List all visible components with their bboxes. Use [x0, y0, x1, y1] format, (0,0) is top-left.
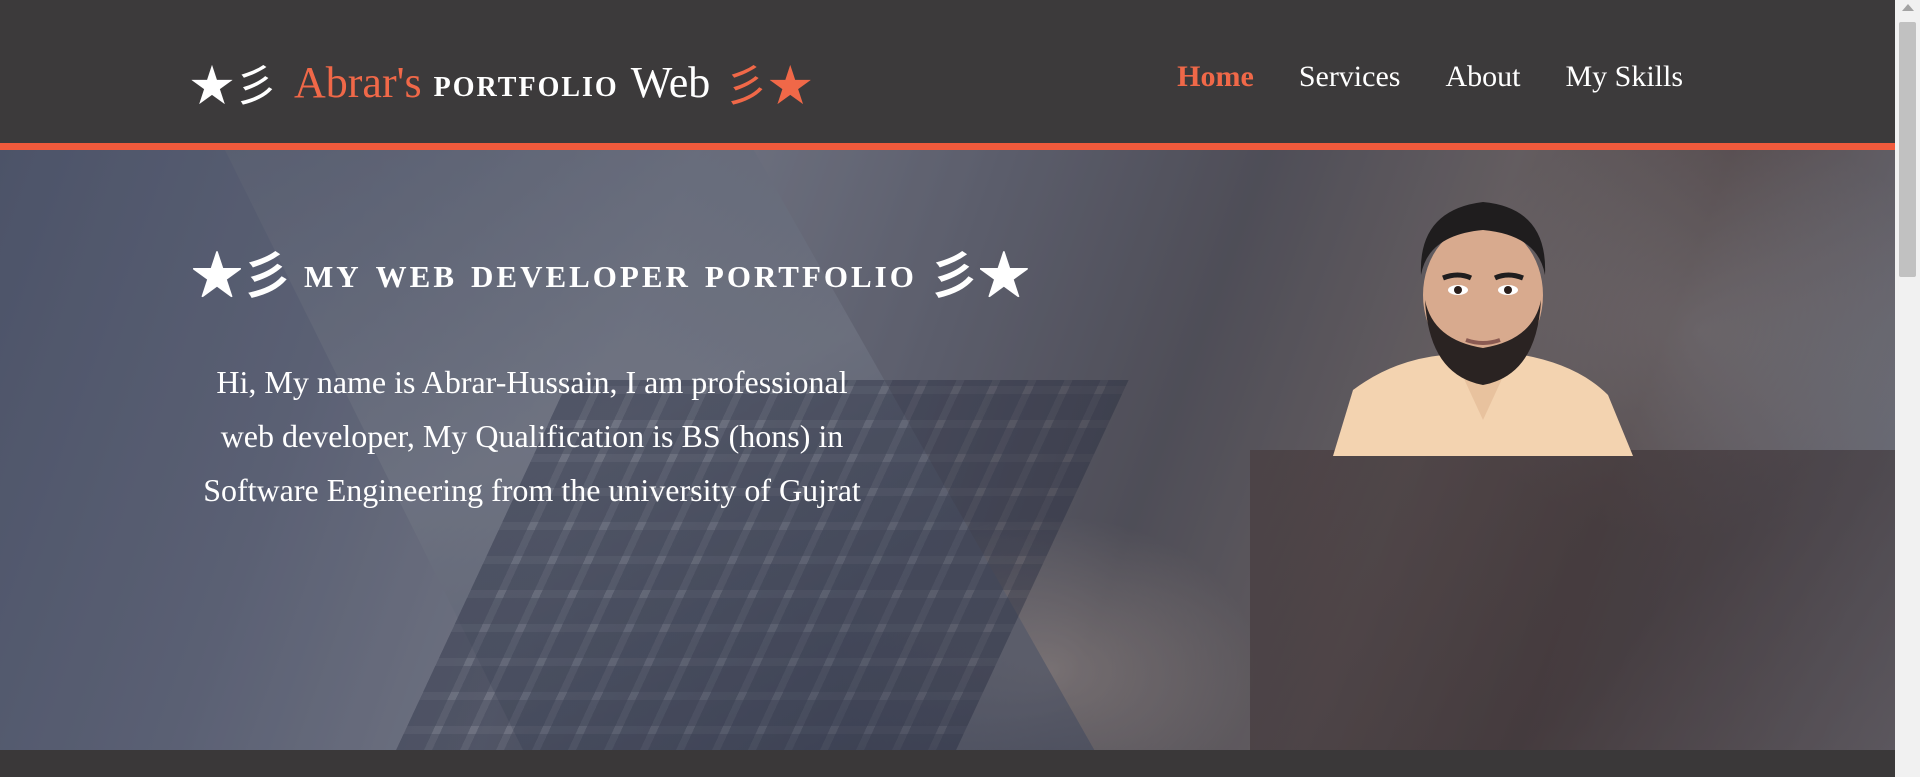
star-stripes-icon: ★彡 [192, 248, 292, 304]
profile-photo-image [1333, 202, 1633, 456]
profile-photo [1333, 190, 1633, 456]
header-accent-line [0, 143, 1895, 150]
hero-title: ★彡 MY WEB DEVELOPER PORTFOLIO 彡★ [192, 237, 1029, 307]
brand-name: Abrar's [294, 57, 422, 107]
star-stripes-icon: ★彡 [190, 62, 278, 111]
stripes-star-icon: 彡★ [724, 62, 813, 111]
intro-paragraph: Hi, My name is Abrar-Hussain, I am profe… [203, 364, 861, 508]
stripes-star-icon: 彡★ [928, 248, 1029, 304]
hero-title-text: MY WEB DEVELOPER PORTFOLIO [304, 247, 917, 297]
site-header: ★彡 Abrar's PORTFOLIO Web 彡★ Home Service… [0, 0, 1895, 143]
page-scrollbar[interactable] [1895, 0, 1920, 777]
scroll-up-arrow-icon[interactable] [1902, 4, 1914, 11]
scrollbar-thumb[interactable] [1899, 22, 1916, 277]
brand-portfolio: PORTFOLIO [433, 59, 619, 105]
nav-services[interactable]: Services [1299, 60, 1401, 94]
hero-section: ★彡 MY WEB DEVELOPER PORTFOLIO 彡★ Hi, My … [0, 150, 1895, 750]
nav-home[interactable]: Home [1177, 60, 1254, 94]
nav-my-skills[interactable]: My Skills [1565, 60, 1683, 94]
nav-about[interactable]: About [1445, 60, 1520, 94]
main-nav: Home Services About My Skills [1177, 55, 1683, 99]
site-logo[interactable]: ★彡 Abrar's PORTFOLIO Web 彡★ [190, 50, 812, 114]
brand-web: Web [630, 57, 711, 107]
